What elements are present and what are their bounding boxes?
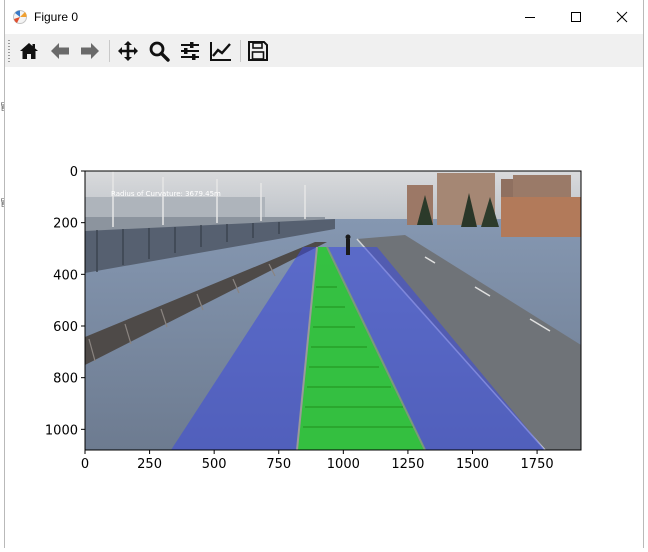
maximize-button[interactable]	[553, 0, 599, 34]
maximize-icon	[571, 12, 581, 22]
line-chart-icon	[210, 42, 231, 61]
side-edge-glyph: 冒	[0, 100, 4, 113]
y-tick-label: 600	[53, 320, 78, 335]
close-button[interactable]	[599, 0, 645, 34]
save-button[interactable]	[245, 38, 271, 64]
x-tick-label: 1250	[391, 457, 424, 472]
zoom-button[interactable]	[146, 38, 172, 64]
forward-button[interactable]	[77, 38, 103, 64]
home-icon	[20, 43, 38, 59]
customize-button[interactable]	[208, 38, 234, 64]
minimize-button[interactable]	[507, 0, 553, 34]
x-tick-label: 1750	[521, 457, 554, 472]
toolbar-separator	[109, 40, 110, 62]
x-tick-label: 0	[81, 457, 89, 472]
x-tick-label: 750	[266, 457, 291, 472]
back-button[interactable]	[47, 38, 73, 64]
y-tick-label: 1000	[45, 423, 78, 438]
floppy-disk-icon	[248, 41, 268, 61]
matplotlib-logo-icon	[13, 10, 27, 24]
x-tick-label: 1500	[456, 457, 489, 472]
minimize-icon	[525, 17, 535, 18]
home-button[interactable]	[16, 38, 42, 64]
magnifier-icon	[149, 41, 170, 62]
toolbar-separator	[240, 40, 241, 62]
x-tick-label: 500	[202, 457, 227, 472]
y-axis: 0 200 400 600 800 1000	[45, 165, 85, 438]
x-tick-label: 250	[137, 457, 162, 472]
curvature-label: Radius of Curvature: 3679.45m	[111, 190, 221, 198]
pan-button[interactable]	[115, 38, 141, 64]
move-icon	[118, 41, 138, 61]
sliders-icon	[181, 42, 199, 60]
title-bar: Figure 0	[5, 0, 643, 34]
close-icon	[616, 11, 628, 23]
navigation-toolbar	[5, 34, 643, 68]
y-tick-label: 200	[53, 217, 78, 232]
window-title: Figure 0	[34, 10, 79, 24]
railway-image: Radius of Curvature: 3679.45m	[85, 171, 581, 450]
axes-plot[interactable]: Radius of Curvature: 3679.45m 0 250 500 750…	[5, 67, 645, 548]
figure-window: Figure 0 Radius of Curvature: 3679.45m 0…	[4, 0, 644, 548]
x-tick-label: 1000	[327, 457, 360, 472]
arrow-right-icon	[81, 43, 99, 59]
arrow-left-icon	[51, 43, 69, 59]
subplots-button[interactable]	[177, 38, 203, 64]
y-tick-label: 0	[70, 165, 78, 180]
toolbar-grip[interactable]	[8, 40, 10, 62]
x-axis: 0 250 500 750 1000 1250 1500 1750	[81, 450, 554, 472]
y-tick-label: 400	[53, 268, 78, 283]
y-tick-label: 800	[53, 372, 78, 387]
figure-canvas[interactable]: Radius of Curvature: 3679.45m 0 250 500 750…	[5, 67, 643, 548]
side-edge-glyph: 冒	[0, 196, 4, 209]
